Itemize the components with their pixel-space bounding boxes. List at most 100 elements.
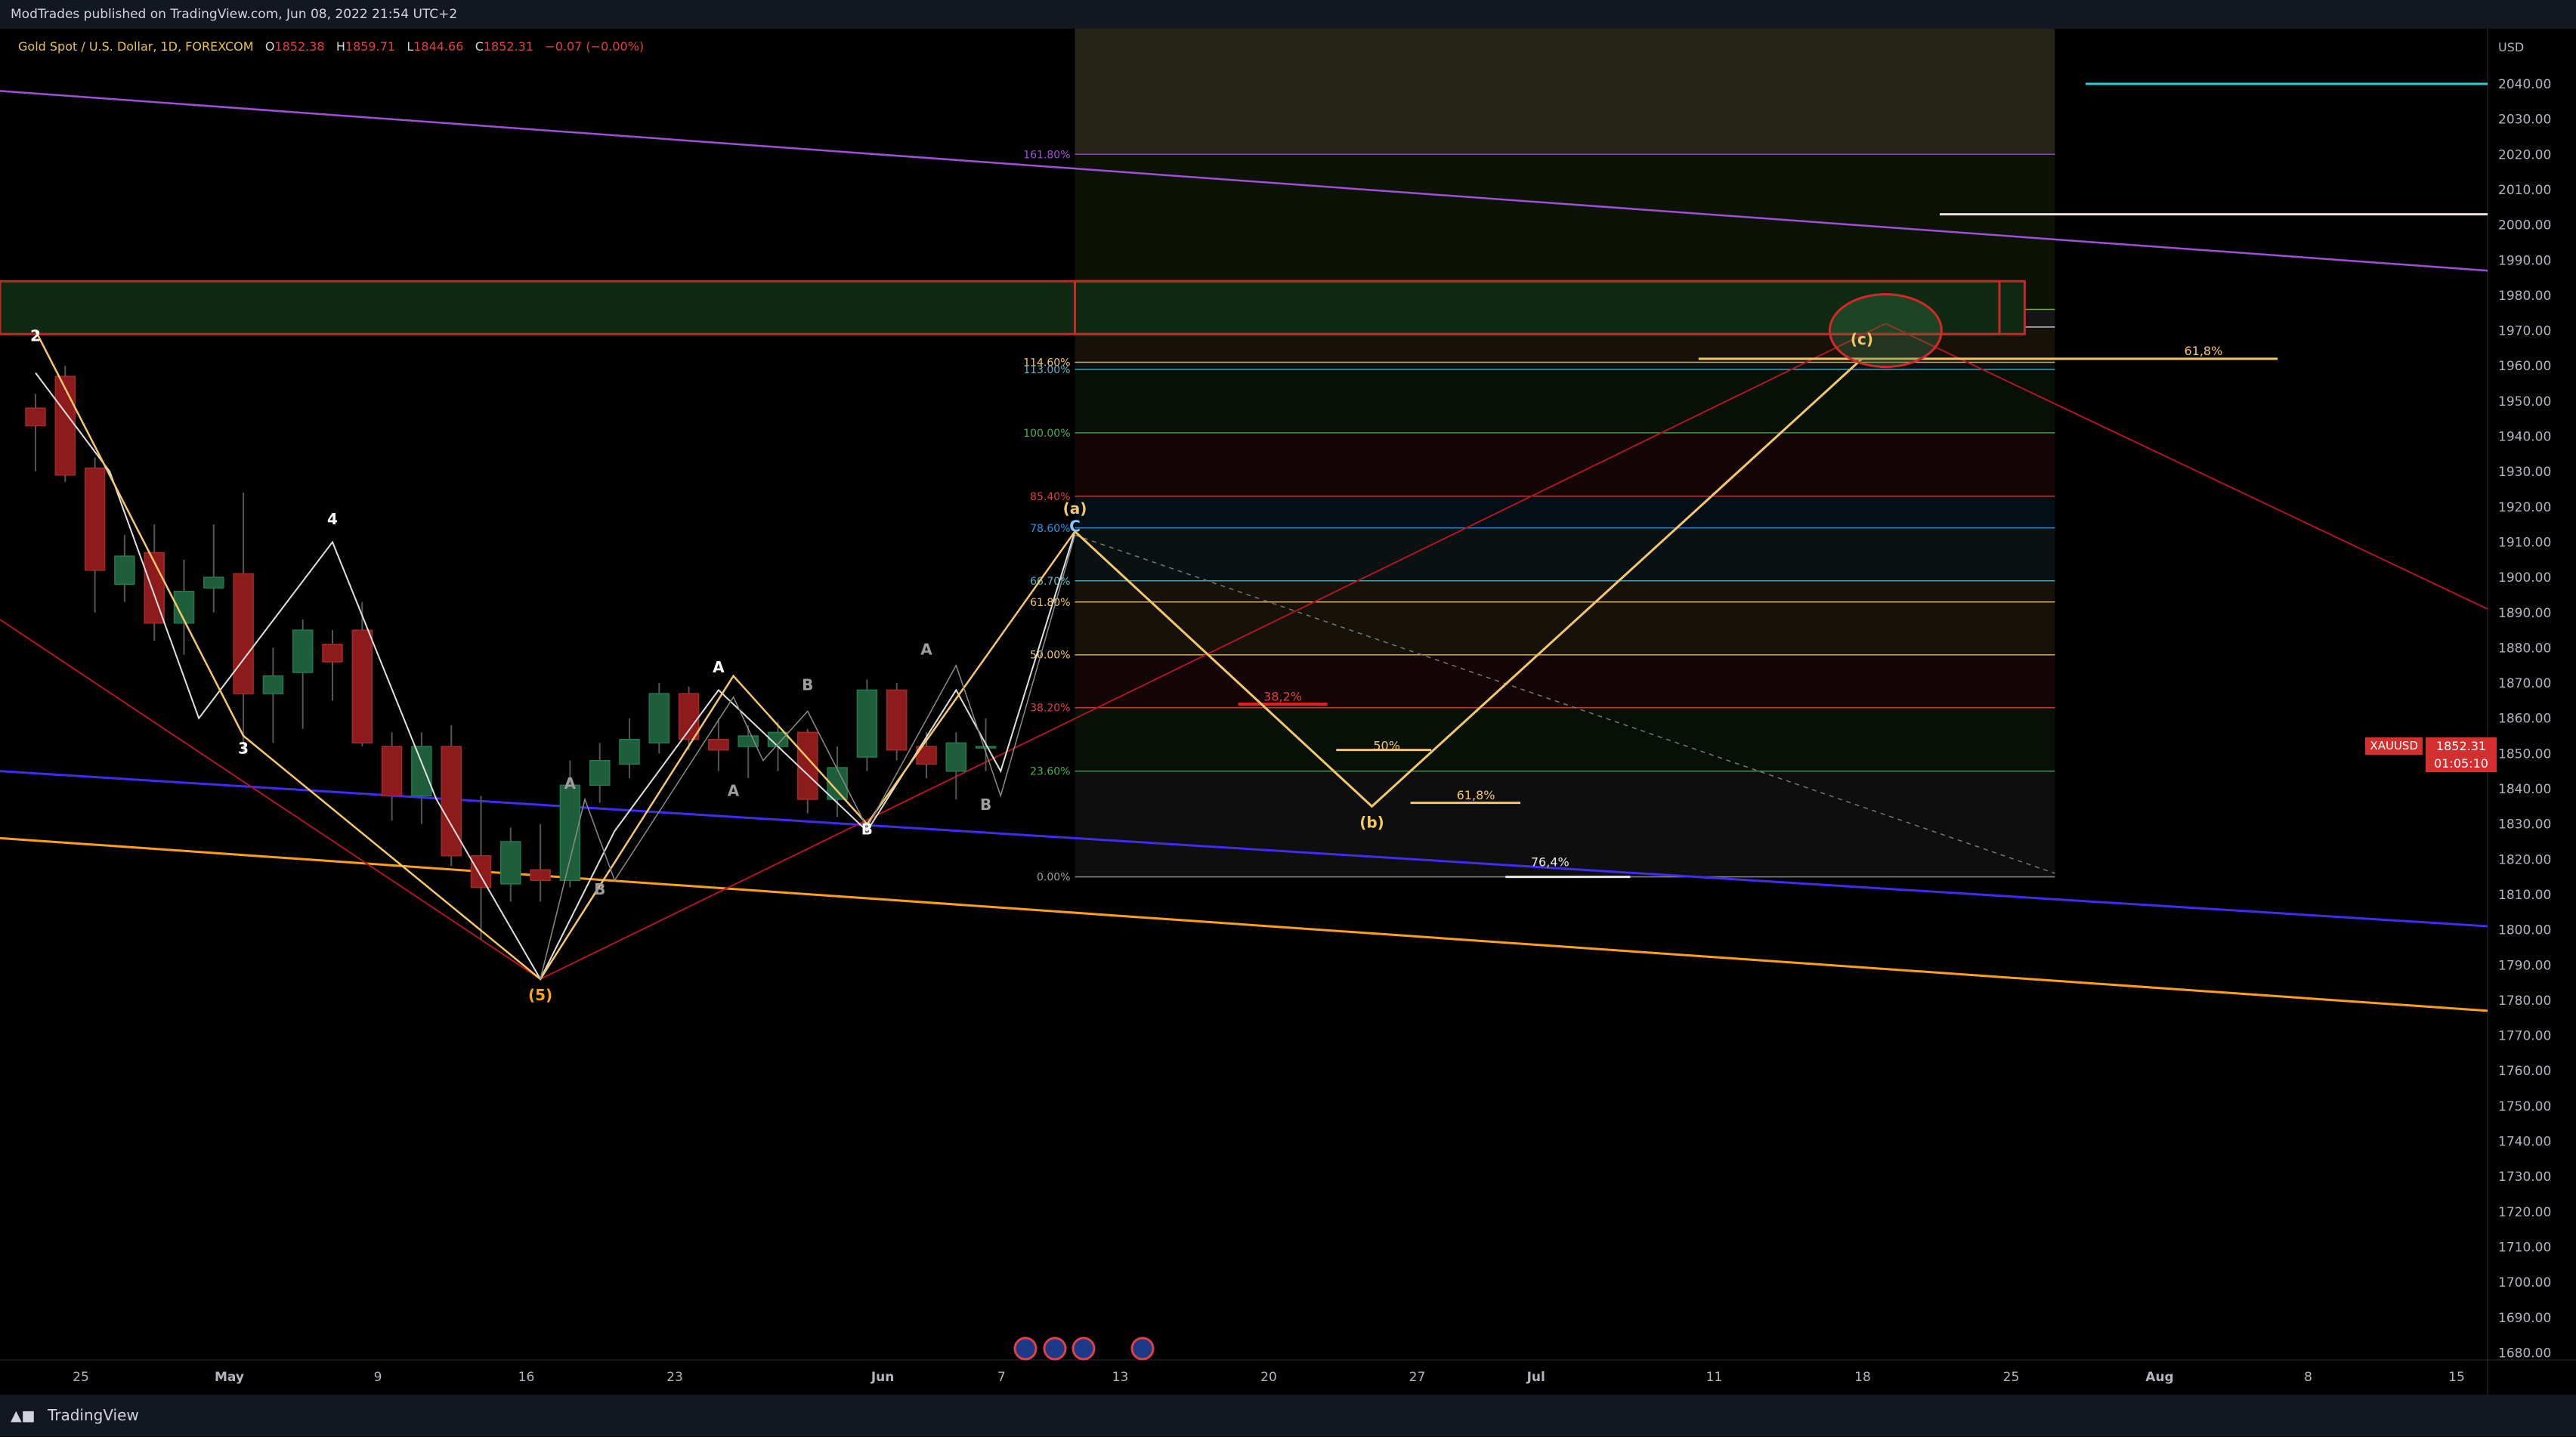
price-tick-label: 1740.00 [2498,1135,2551,1150]
candle-body[interactable] [262,675,284,694]
fib-level-label: 113.00% [1023,364,1070,376]
wave-label: B [980,796,991,814]
wave-label: B [802,675,813,694]
fib-zone-band [1075,707,2055,771]
fib-zone-band [1075,580,2055,602]
wave-label: A [564,774,577,793]
fib-level-label: 38.20% [1030,703,1070,715]
candle-body[interactable] [886,689,908,751]
projection-label: 61,8% [1457,788,1495,802]
bar-countdown: 01:05:10 [2434,756,2488,771]
fib-zone-band [1075,369,2055,433]
candle-body[interactable] [411,746,432,797]
price-tick-label: 1950.00 [2498,394,2551,409]
price-tick-label: 1770.00 [2498,1029,2551,1044]
price-tick-label: 1940.00 [2498,430,2551,445]
price-tick-label: 2040.00 [2498,77,2551,92]
wave-label: (c) [1851,330,1873,348]
time-tick-label: 23 [666,1370,683,1385]
economic-event-icon[interactable] [1072,1337,1096,1361]
price-tick-label: 1860.00 [2498,712,2551,727]
candle-body[interactable] [441,746,462,857]
fib-zone-band [1075,496,2055,528]
wave-label: 2 [30,327,41,345]
price-tick-label: 1960.00 [2498,359,2551,374]
price-tick-label: 1700.00 [2498,1275,2551,1290]
legend-close-label: C [475,39,484,54]
last-price: 1852.31 [2435,739,2487,753]
candle-body[interactable] [945,742,967,772]
wave-label: 3 [238,739,249,757]
price-tick-label: 2020.00 [2498,147,2551,162]
time-tick-label: 25 [2003,1370,2020,1385]
projection-label: 38,2% [1263,689,1302,703]
time-tick-label: May [215,1370,244,1385]
tradingview-logo-icon: ▲■ [11,1408,36,1424]
candle-body[interactable] [500,841,521,885]
candle-body[interactable] [381,746,403,797]
candle-body[interactable] [233,573,254,694]
price-tick-label: 2030.00 [2498,113,2551,128]
candle-body[interactable] [203,576,224,589]
price-tick-label: 1810.00 [2498,888,2551,903]
footer-brand: TradingView [47,1406,139,1424]
price-tick-label: 1880.00 [2498,641,2551,656]
target-circle[interactable] [1828,293,1943,369]
time-tick-label: 20 [1260,1370,1277,1385]
candle-body[interactable] [708,738,729,751]
fib-zone-top [1075,29,2055,155]
candle-body[interactable] [678,693,700,740]
price-tick-label: 1980.00 [2498,289,2551,304]
price-tick-label: 1850.00 [2498,746,2551,762]
legend-change: −0.07 (−0.00%) [545,39,645,54]
symbol-tag-text: XAUUSD [2365,737,2423,755]
price-chart[interactable]: 161.80%127.20%123.00%114.60%113.00%100.0… [0,29,2576,1395]
price-tick-label: 1780.00 [2498,994,2551,1009]
candle-body[interactable] [470,854,492,888]
candle-body[interactable] [530,869,551,882]
legend-symbol: Gold Spot / U.S. Dollar, 1D, FOREXCOM [18,39,254,54]
fib-level-label: 0.00% [1037,872,1070,884]
candle-body[interactable] [648,693,670,744]
candle-body[interactable] [738,735,759,747]
candle-body[interactable] [351,629,373,744]
candle-body[interactable] [25,407,46,427]
economic-event-icon[interactable] [1013,1337,1038,1361]
candle-body[interactable] [322,643,343,663]
price-tick-label: 1730.00 [2498,1170,2551,1185]
time-tick-label: 27 [1409,1370,1426,1385]
price-tick-label: 1840.00 [2498,782,2551,797]
candle-body[interactable] [856,689,878,758]
footer-bar: ▲■ TradingView [0,1395,2576,1436]
fib-level-label: 61.80% [1030,597,1070,609]
fib-level-label: 78.60% [1030,523,1070,535]
candle-body[interactable] [292,629,314,673]
price-tick-label: 1830.00 [2498,817,2551,833]
candle-body[interactable] [619,738,640,765]
price-tick-label: 2010.00 [2498,183,2551,198]
publisher-text: ModTrades published on TradingView.com, … [11,7,458,22]
price-tick-label: 1680.00 [2498,1346,2551,1361]
wave-label: (a) [1063,499,1087,518]
candle-body[interactable] [589,759,611,786]
wave-label: B [594,880,605,898]
economic-event-icon[interactable] [1043,1337,1067,1361]
time-tick-label: Aug [2145,1370,2173,1385]
projection-label: 61,8% [2184,344,2222,358]
wave-label: (5) [528,986,552,1004]
price-tick-label: 1870.00 [2498,676,2551,691]
legend-high: 1859.71 [345,39,396,54]
publisher-bar: ModTrades published on TradingView.com, … [0,0,2576,29]
candle-body[interactable] [84,467,106,571]
candle-body[interactable] [975,746,997,749]
economic-event-icon[interactable] [1130,1337,1155,1361]
resistance-zone[interactable] [0,280,2026,335]
candle-body[interactable] [54,375,76,476]
time-tick-label: 16 [518,1370,535,1385]
price-tick-label: 1750.00 [2498,1099,2551,1114]
symbol-legend: Gold Spot / U.S. Dollar, 1D, FOREXCOM O1… [18,39,644,54]
price-tick-label: 1820.00 [2498,852,2551,867]
candle-body[interactable] [114,555,135,586]
projection-label: 50% [1373,739,1400,753]
price-tick-label: 1790.00 [2498,958,2551,973]
